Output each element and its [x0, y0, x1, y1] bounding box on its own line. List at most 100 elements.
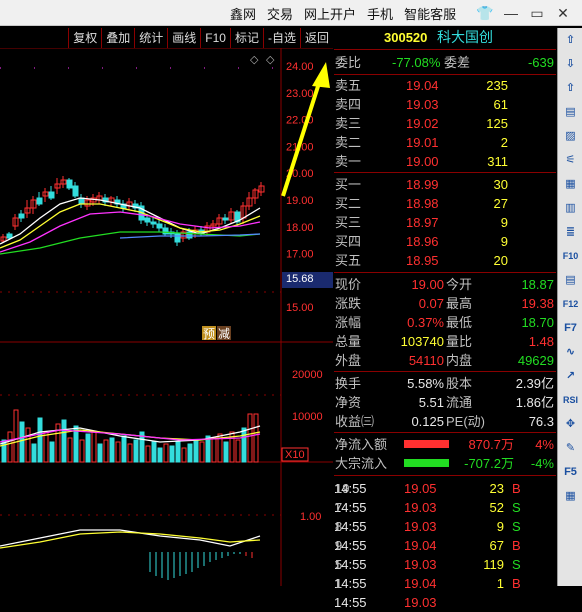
- tick-row-2: 14:55 19.03 9 S 8: [334, 517, 556, 536]
- price-axis-label: 15.68: [286, 273, 314, 285]
- tick-count: 7: [335, 500, 343, 515]
- bids-label: 买三: [335, 215, 362, 230]
- f10-icon[interactable]: F10: [562, 248, 579, 264]
- candle-body: [72, 185, 79, 197]
- toolbar-button-3[interactable]: 画线: [167, 28, 200, 48]
- pencil-icon[interactable]: ✎: [562, 440, 579, 456]
- flow-percent: -4%: [530, 456, 554, 471]
- volume-bar: [79, 439, 85, 463]
- volume-bar: [19, 421, 25, 463]
- nav-down-icon[interactable]: ⇩: [562, 56, 579, 72]
- bids-price: 18.96: [406, 234, 439, 249]
- f5-icon[interactable]: F5: [562, 464, 579, 480]
- stat-label-2: 最高: [446, 296, 473, 311]
- asks-label: 卖一: [335, 154, 362, 169]
- line-icon[interactable]: ⚟: [562, 152, 579, 168]
- asks-label: 卖四: [335, 97, 362, 112]
- menu-bar: 鑫网 交易 网上开户 手机 智能客服 👕 — ▭ ✕: [0, 0, 582, 26]
- nav-up-icon[interactable]: ⇧: [562, 32, 579, 48]
- stat2-value-2: 76.3: [528, 414, 554, 429]
- menu-item-4[interactable]: 智能客服: [404, 4, 456, 23]
- toolbar-button-4[interactable]: F10: [200, 28, 230, 48]
- restore-icon[interactable]: ▭: [526, 3, 548, 23]
- wave-icon[interactable]: ∿: [562, 344, 579, 360]
- toolbar-button-0[interactable]: 复权: [68, 28, 101, 48]
- stock-title: 300520 科大国创: [334, 28, 556, 48]
- asks-row-0: 卖五 19.04 235: [334, 76, 556, 95]
- rise-icon[interactable]: ↗: [562, 368, 579, 384]
- menu-item-2[interactable]: 网上开户: [304, 4, 356, 23]
- bids-row-2: 买三 18.97 9: [334, 213, 556, 232]
- stat-value: 0.37%: [407, 315, 444, 330]
- volume-bar: [61, 419, 67, 463]
- bids-volume: 20: [493, 253, 508, 268]
- volume-bar: [253, 413, 259, 463]
- tick-count: 19: [335, 481, 350, 496]
- bids-volume: 30: [493, 177, 508, 192]
- arrows-icon[interactable]: ✥: [562, 416, 579, 432]
- rsi-icon[interactable]: RSI: [562, 392, 579, 408]
- kline-chart[interactable]: ◇◇24.0023.0022.0021.0020.0019.0018.0017.…: [0, 48, 333, 586]
- annotation-arrow-head: [312, 62, 330, 88]
- f7-icon[interactable]: F7: [562, 320, 579, 336]
- asks-volume: 235: [486, 78, 508, 93]
- stat-label-2: 最低: [446, 315, 473, 330]
- asks-volume: 311: [487, 154, 508, 169]
- asks-row-4: 卖一 19.00 311: [334, 152, 556, 171]
- bids-price: 18.99: [406, 177, 439, 192]
- stat-value-2: 1.48: [528, 334, 554, 349]
- candle-icon[interactable]: ▥: [562, 200, 579, 216]
- volume-axis-label: 10000: [292, 411, 323, 423]
- asks-volume: 2: [500, 135, 508, 150]
- toolbar-button-2[interactable]: 统计: [134, 28, 167, 48]
- volume-bar: [193, 439, 199, 463]
- menu-item-1[interactable]: 交易: [267, 4, 293, 23]
- volume-bar: [121, 435, 127, 463]
- volume-bar: [199, 441, 205, 463]
- stat-label: 外盘: [335, 353, 362, 368]
- volume-bar: [91, 431, 97, 463]
- shirt-icon[interactable]: 👕: [474, 3, 496, 23]
- minimize-icon[interactable]: —: [500, 3, 522, 23]
- grid-icon[interactable]: ▦: [562, 176, 579, 192]
- volume-bar: [175, 441, 181, 463]
- candle-body: [48, 191, 55, 199]
- menu-item-0[interactable]: 鑫网: [230, 4, 256, 23]
- asks-price: 19.04: [406, 78, 439, 93]
- stats-divider: [334, 371, 556, 372]
- lines-icon[interactable]: ≣: [562, 224, 579, 240]
- stat-row-2: 涨幅 0.37% 最低 18.70: [334, 313, 556, 332]
- stat-value: 54110: [408, 353, 444, 368]
- grid2-icon[interactable]: ▦: [562, 488, 579, 504]
- menu-item-3[interactable]: 手机: [367, 4, 393, 23]
- candle-body: [174, 233, 181, 243]
- stat-label-2: 内盘: [446, 353, 473, 368]
- toolbar-button-1[interactable]: 叠加: [101, 28, 134, 48]
- f12-icon[interactable]: F12: [562, 296, 579, 312]
- price-axis-label: 23.00: [286, 88, 314, 100]
- tick-row-6: 14:55 19.03: [334, 593, 556, 612]
- nav-up2-icon[interactable]: ⇧: [562, 80, 579, 96]
- macd-axis-label: 1.00: [300, 511, 321, 523]
- kline-icon[interactable]: ▤: [562, 104, 579, 120]
- toolbar-button-5[interactable]: 标记: [229, 28, 263, 48]
- tick-count: 8: [335, 519, 343, 534]
- bids-volume: 9: [500, 234, 508, 249]
- bids-volume: 9: [500, 215, 508, 230]
- flow-row-0: 净流入额 870.7万 4%: [334, 435, 556, 454]
- toolbar-button-6[interactable]: -自选: [262, 28, 300, 48]
- toolbar-button-7[interactable]: 返回: [299, 28, 333, 48]
- flow-value: 870.7万: [468, 437, 514, 452]
- stat2-value-2: 2.39亿: [515, 376, 554, 391]
- weibi-label: 委比: [335, 55, 362, 70]
- bars-icon[interactable]: ▤: [562, 272, 579, 288]
- stat2-value: 0.125: [411, 414, 444, 429]
- close-icon[interactable]: ✕: [552, 3, 574, 23]
- volume-bar: [235, 439, 241, 463]
- chart-icon[interactable]: ▨: [562, 128, 579, 144]
- chart-toolbar: 复权 叠加 统计 画线 F10 标记 -自选 返回: [0, 28, 333, 48]
- volume-bar: [109, 437, 115, 463]
- bids-volume: 27: [493, 196, 508, 211]
- bids-row-0: 买一 18.99 30: [334, 175, 556, 194]
- volume-bar: [151, 441, 157, 463]
